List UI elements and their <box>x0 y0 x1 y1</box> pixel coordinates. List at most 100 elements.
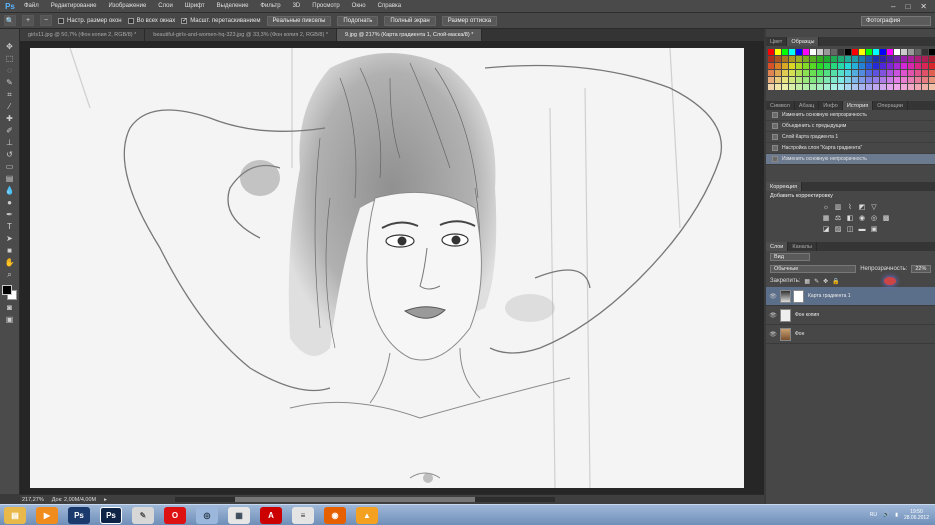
swatch-cell[interactable] <box>866 84 872 90</box>
swatch-cell[interactable] <box>887 49 893 55</box>
menu-image[interactable]: Изображение <box>102 3 152 9</box>
swatch-cell[interactable] <box>768 84 774 90</box>
swatch-cell[interactable] <box>782 49 788 55</box>
swatch-cell[interactable] <box>894 77 900 83</box>
black-white-icon[interactable]: ◧ <box>846 214 854 222</box>
status-arrow-icon[interactable]: ▸ <box>104 497 107 503</box>
dodge-tool-icon[interactable]: ● <box>3 197 17 208</box>
quick-select-tool-icon[interactable]: ✎ <box>3 77 17 88</box>
swatch-cell[interactable] <box>922 84 928 90</box>
color-lookup-icon[interactable]: ▩ <box>882 214 890 222</box>
swatch-cell[interactable] <box>810 77 816 83</box>
swatch-cell[interactable] <box>859 63 865 69</box>
menu-filter[interactable]: Фильтр <box>254 3 286 9</box>
swatch-cell[interactable] <box>929 84 935 90</box>
swatch-cell[interactable] <box>915 56 921 62</box>
swatch-cell[interactable] <box>901 84 907 90</box>
vlc-icon[interactable]: ▲ <box>356 506 378 524</box>
swatch-cell[interactable] <box>922 77 928 83</box>
swatch-cell[interactable] <box>789 63 795 69</box>
swatch-cell[interactable] <box>831 63 837 69</box>
swatch-cell[interactable] <box>929 70 935 76</box>
tab-actions[interactable]: Операции <box>873 101 908 110</box>
document-canvas[interactable] <box>30 48 744 488</box>
swatch-cell[interactable] <box>789 84 795 90</box>
swatch-cell[interactable] <box>810 56 816 62</box>
close-icon[interactable]: ✕ <box>920 2 927 11</box>
brush-tool-icon[interactable]: ✐ <box>3 125 17 136</box>
language-indicator[interactable]: RU <box>870 512 877 518</box>
print-size-button[interactable]: Размер оттиска <box>441 15 498 26</box>
channel-mixer-icon[interactable]: ◎ <box>870 214 878 222</box>
swatch-cell[interactable] <box>824 56 830 62</box>
swatch-cell[interactable] <box>824 49 830 55</box>
swatch-cell[interactable] <box>866 70 872 76</box>
swatch-cell[interactable] <box>803 77 809 83</box>
swatch-cell[interactable] <box>796 77 802 83</box>
zoom-level[interactable]: 217,27% <box>22 497 44 503</box>
swatch-cell[interactable] <box>929 56 935 62</box>
swatch-cell[interactable] <box>845 84 851 90</box>
swatch-cell[interactable] <box>922 63 928 69</box>
swatch-cell[interactable] <box>782 63 788 69</box>
zoom-tool-icon[interactable]: 🔍 <box>4 15 16 26</box>
media-player-icon[interactable]: ▶ <box>36 506 58 524</box>
swatch-cell[interactable] <box>796 49 802 55</box>
swatch-cell[interactable] <box>796 56 802 62</box>
history-item[interactable]: Объединить с предыдущим <box>766 121 935 132</box>
swatch-cell[interactable] <box>831 84 837 90</box>
vibrance-icon[interactable]: ▽ <box>870 203 878 211</box>
checkmark-icon[interactable]: ✓ <box>181 17 187 24</box>
swatch-cell[interactable] <box>922 56 928 62</box>
menu-view[interactable]: Просмотр <box>306 3 345 9</box>
layer-gradient-map[interactable]: 👁 Карта градиента 1 <box>766 287 935 306</box>
swatch-cell[interactable] <box>859 70 865 76</box>
lock-all-icon[interactable]: 🔒 <box>832 278 839 285</box>
photo-filter-icon[interactable]: ◉ <box>858 214 866 222</box>
scrubby-zoom-checkbox[interactable]: ✓ Масшт. перетаскиванием <box>181 17 261 24</box>
swatch-cell[interactable] <box>908 77 914 83</box>
opacity-input[interactable]: 22% <box>911 265 931 273</box>
shape-tool-icon[interactable]: ■ <box>3 245 17 256</box>
swatch-cell[interactable] <box>817 70 823 76</box>
move-tool-icon[interactable]: ✥ <box>3 41 17 52</box>
swatch-cell[interactable] <box>866 56 872 62</box>
lock-pixels-icon[interactable]: ▦ <box>804 278 810 285</box>
zoom-in-icon[interactable]: + <box>22 15 34 26</box>
pen-tool-icon[interactable]: ✒ <box>3 209 17 220</box>
tab-beautiful-girls[interactable]: beautiful-girls-and-women-hq-323.jpg @ 3… <box>145 29 337 41</box>
screen-mode-icon[interactable]: ▣ <box>3 314 17 325</box>
blend-mode-select[interactable]: Обычные <box>770 265 857 273</box>
clock[interactable]: 19:50 28.06.2012 <box>904 509 929 521</box>
minimize-icon[interactable]: – <box>891 2 895 11</box>
visibility-eye-icon[interactable]: 👁 <box>766 312 780 319</box>
swatch-cell[interactable] <box>817 56 823 62</box>
history-item[interactable]: Изменить основную непрозрачность <box>766 110 935 121</box>
healing-tool-icon[interactable]: ✚ <box>3 113 17 124</box>
document-icon[interactable]: ▦ <box>228 506 250 524</box>
history-item-selected[interactable]: Изменить основную непрозрачность <box>766 154 935 165</box>
swatch-cell[interactable] <box>894 63 900 69</box>
swatch-cell[interactable] <box>915 63 921 69</box>
actual-pixels-button[interactable]: Реальные пикселы <box>266 15 332 26</box>
type-tool-icon[interactable]: T <box>3 221 17 232</box>
swatch-cell[interactable] <box>929 77 935 83</box>
lasso-tool-icon[interactable]: ◌ <box>3 65 17 76</box>
explorer-icon[interactable]: ▤ <box>4 506 26 524</box>
history-brush-icon[interactable]: ↺ <box>3 149 17 160</box>
swatch-cell[interactable] <box>894 49 900 55</box>
opera-icon[interactable]: O <box>164 506 186 524</box>
swatch-cell[interactable] <box>873 49 879 55</box>
swatch-cell[interactable] <box>817 49 823 55</box>
color-swatch[interactable] <box>1 285 18 301</box>
quick-mask-icon[interactable]: ◙ <box>3 302 17 313</box>
exposure-icon[interactable]: ◩ <box>858 203 866 211</box>
swatch-cell[interactable] <box>810 84 816 90</box>
swatch-cell[interactable] <box>838 70 844 76</box>
swatch-cell[interactable] <box>831 70 837 76</box>
swatch-cell[interactable] <box>922 49 928 55</box>
swatch-cell[interactable] <box>873 70 879 76</box>
swatch-cell[interactable] <box>775 63 781 69</box>
curves-icon[interactable]: ⌇ <box>846 203 854 211</box>
swatch-cell[interactable] <box>901 70 907 76</box>
